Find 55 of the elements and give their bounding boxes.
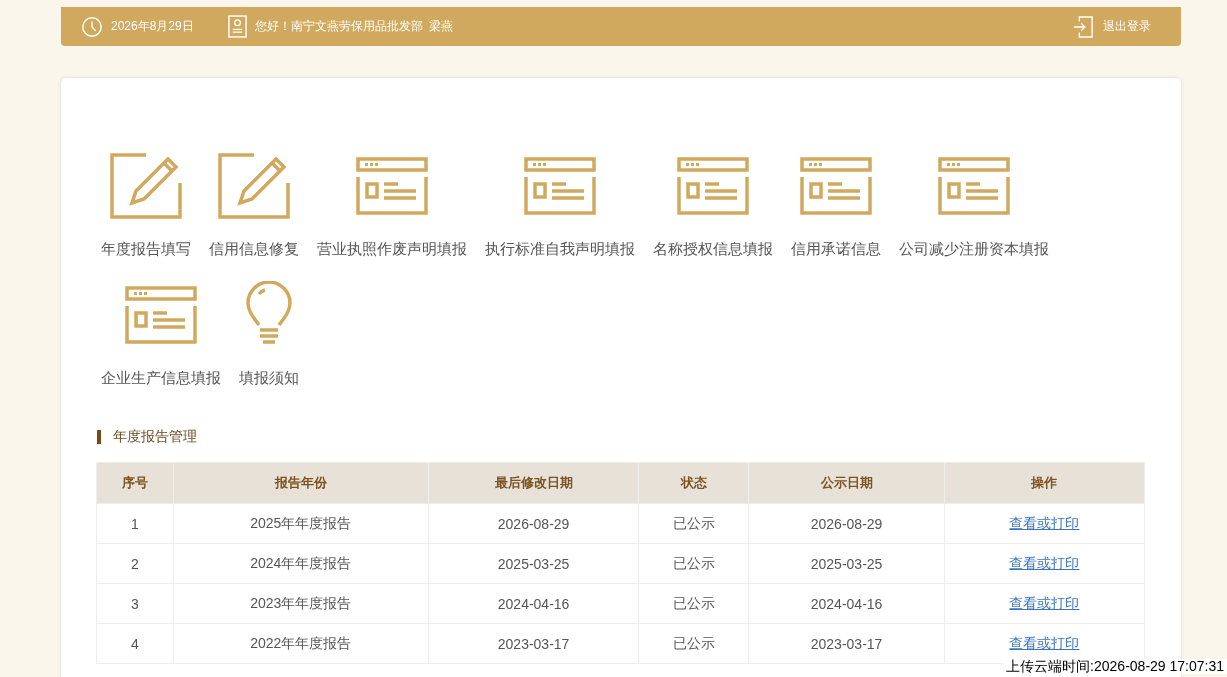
shortcut-item[interactable]: 名称授权信息填报: [648, 138, 778, 259]
table-cell: 2024年年度报告: [250, 554, 352, 571]
table-cell: 2026-08-29: [497, 515, 570, 532]
section-marker: [97, 430, 101, 444]
table-cell: 已公示: [672, 554, 715, 571]
form-window-icon: [800, 157, 872, 215]
date-text: 2026年8月29日: [111, 18, 194, 35]
greeting-text: 您好！南宁文燕劳保用品批发部 梁燕: [254, 18, 454, 35]
section-title: 年度报告管理: [113, 428, 197, 446]
clock-icon: [81, 15, 103, 38]
form-window-icon: [524, 157, 596, 215]
table-cell: 2024-04-16: [810, 595, 883, 612]
edit-pencil-icon: [110, 153, 182, 219]
logout-icon: [1073, 15, 1093, 38]
column-header: 最后修改日期: [428, 462, 639, 504]
column-header: 序号: [96, 462, 174, 504]
column-header: 报告年份: [173, 462, 429, 504]
shortcut-item[interactable]: 填报须知: [234, 267, 304, 388]
view-print-link[interactable]: 查看或打印: [1009, 594, 1080, 611]
table-cell: 2024-04-16: [497, 595, 570, 612]
table-cell: 2025-03-25: [497, 555, 570, 572]
table-cell: 2023年年度报告: [250, 594, 352, 611]
form-window-icon: [125, 286, 197, 344]
view-print-link[interactable]: 查看或打印: [1009, 514, 1080, 531]
table-cell: 2025-03-25: [810, 555, 883, 572]
form-window-icon: [938, 157, 1010, 215]
column-header: 公示日期: [748, 462, 945, 504]
form-window-icon: [356, 157, 428, 215]
edit-pencil-icon: [218, 153, 290, 219]
table-cell: 3: [130, 595, 139, 612]
table-cell: 已公示: [672, 634, 715, 651]
view-print-link[interactable]: 查看或打印: [1009, 554, 1080, 571]
table-cell: 已公示: [672, 514, 715, 531]
shortcut-item[interactable]: 营业执照作废声明填报: [312, 138, 472, 259]
view-print-link[interactable]: 查看或打印: [1009, 634, 1080, 651]
column-header: 操作: [944, 462, 1145, 504]
shortcut-item[interactable]: 执行标准自我声明填报: [480, 138, 640, 259]
table-cell: 4: [130, 635, 139, 652]
table-cell: 2023-03-17: [497, 635, 570, 652]
shortcut-item[interactable]: 信用信息修复: [204, 138, 304, 259]
table-cell: 2: [130, 555, 139, 572]
shortcut-item[interactable]: 公司减少注册资本填报: [894, 138, 1054, 259]
table-cell: 已公示: [672, 594, 715, 611]
form-window-icon: [677, 157, 749, 215]
table-cell: 2023-03-17: [810, 635, 883, 652]
column-header: 状态: [638, 462, 749, 504]
id-card-icon: [227, 15, 247, 38]
table-cell: 2025年年度报告: [250, 514, 352, 531]
shortcut-item[interactable]: 年度报告填写: [96, 138, 196, 259]
table-cell: 2022年年度报告: [250, 634, 352, 651]
table-cell: 2026-08-29: [810, 515, 883, 532]
timestamp-overlay: 上传云端时间:2026-08-29 17:07:31: [1003, 659, 1227, 674]
table-cell: 1: [130, 515, 139, 532]
shortcut-item[interactable]: 信用承诺信息: [786, 138, 886, 259]
shortcut-item[interactable]: 企业生产信息填报: [96, 267, 226, 388]
